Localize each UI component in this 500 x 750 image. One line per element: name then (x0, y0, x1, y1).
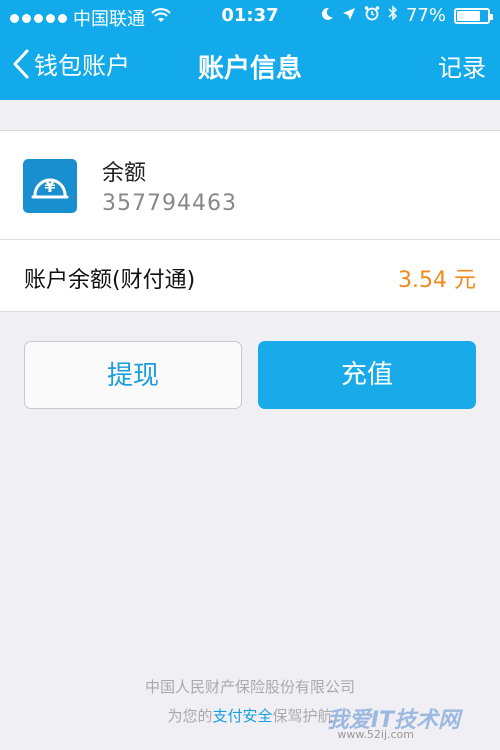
payment-security-link[interactable]: 支付安全 (212, 707, 272, 725)
security-suffix: 保驾护航 (272, 707, 333, 725)
moon-icon (320, 5, 334, 26)
alarm-icon (364, 5, 380, 26)
bluetooth-icon (388, 5, 398, 26)
account-number: 357794463 (102, 191, 237, 216)
recharge-button[interactable]: 充值 (258, 341, 476, 409)
balance-label: 余额 (102, 161, 147, 186)
records-button[interactable]: 记录 (438, 48, 486, 83)
header-bar: 中国联通 01:37 77% 钱包账户 账户信息 记录 (0, 0, 500, 100)
page-title: 账户信息 (197, 54, 302, 84)
status-bar: 中国联通 01:37 77% (0, 0, 500, 32)
account-balance-value: 3.54 元 (398, 268, 476, 293)
account-card: ¥ 余额 357794463 账户余额(财付通) 3.54 元 (0, 130, 500, 312)
insurer-text: 中国人民财产保险股份有限公司 (144, 678, 355, 696)
battery-icon (454, 7, 493, 24)
watermark-url: www.52ij.com (337, 728, 414, 741)
balance-row[interactable]: ¥ 余额 357794463 (0, 131, 500, 239)
withdraw-button[interactable]: 提现 (24, 341, 242, 409)
security-prefix: 为您的 (167, 707, 213, 725)
yuan-coin-icon: ¥ (23, 159, 77, 213)
account-balance-label: 账户余额(财付通) (24, 268, 196, 293)
account-balance-row[interactable]: 账户余额(财付通) 3.54 元 (0, 240, 500, 311)
battery-percent: 77% (405, 5, 446, 26)
svg-text:¥: ¥ (44, 177, 55, 196)
nav-bar: 钱包账户 账户信息 记录 (0, 32, 500, 100)
location-arrow-icon (342, 5, 356, 26)
